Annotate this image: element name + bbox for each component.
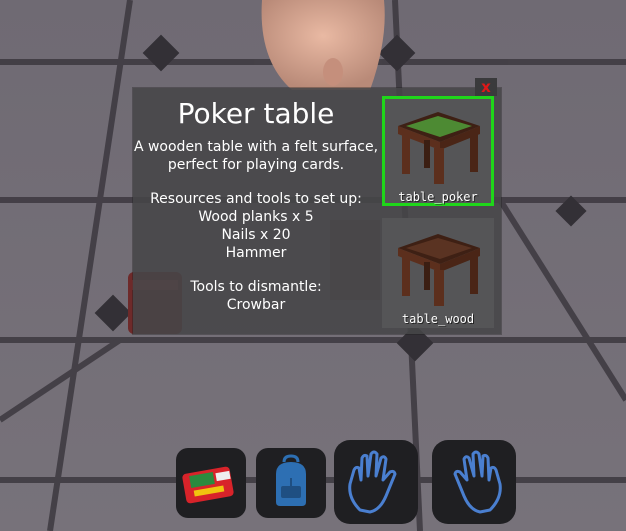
setup-item: Wood planks x 5 bbox=[198, 209, 314, 225]
setup-item: Nails x 20 bbox=[221, 227, 291, 243]
poker-table-icon bbox=[398, 112, 480, 184]
item-title: Poker table bbox=[177, 97, 335, 130]
item-details: Poker table A wooden table with a felt s… bbox=[133, 92, 379, 314]
close-icon[interactable]: x bbox=[475, 78, 497, 96]
hotbar-slot-right-hand[interactable] bbox=[432, 440, 516, 524]
setup-heading: Resources and tools to set up: bbox=[150, 191, 362, 207]
variant-table-poker[interactable]: table_poker bbox=[382, 96, 494, 206]
variant-table-wood[interactable]: table_wood bbox=[382, 218, 494, 328]
backpack-icon bbox=[276, 454, 306, 506]
dismantle-item: Crowbar bbox=[226, 297, 286, 313]
left-hand-icon bbox=[348, 450, 397, 514]
hotbar-slot-left-hand[interactable] bbox=[334, 440, 418, 524]
setup-item: Hammer bbox=[225, 245, 287, 261]
variant-label: table_wood bbox=[401, 312, 475, 326]
right-hand-icon bbox=[453, 450, 502, 514]
wood-table-icon bbox=[398, 234, 480, 306]
dismantle-heading: Tools to dismantle: bbox=[190, 279, 322, 295]
hotbar-slot-backpack[interactable] bbox=[256, 448, 326, 518]
item-description-line: perfect for playing cards. bbox=[167, 157, 345, 173]
item-description-line: A wooden table with a felt surface, bbox=[133, 139, 379, 155]
hotbar-slot-device[interactable] bbox=[176, 448, 246, 518]
radio-device-icon bbox=[182, 466, 234, 504]
variant-label: table_poker bbox=[398, 190, 478, 204]
